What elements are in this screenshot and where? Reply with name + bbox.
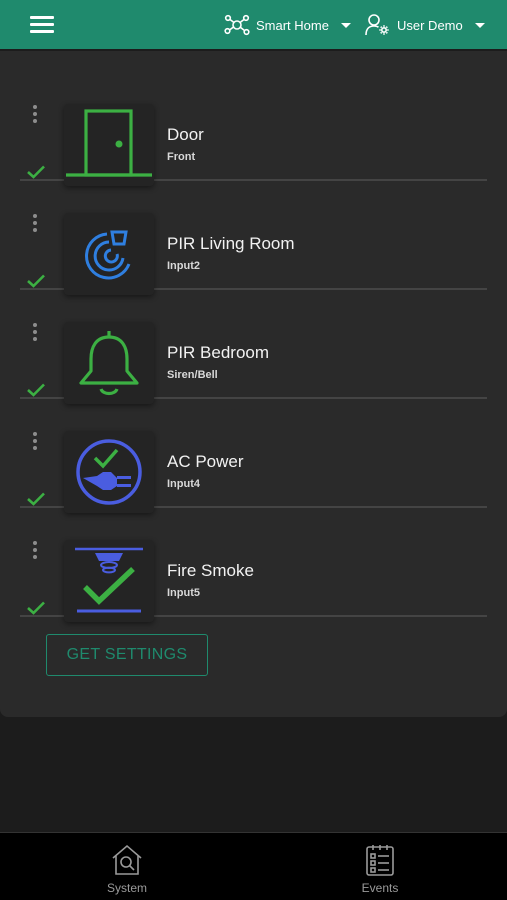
more-options-icon[interactable]: [32, 432, 38, 452]
device-name: Fire Smoke: [167, 561, 254, 580]
get-settings-button[interactable]: GET SETTINGS: [46, 634, 208, 676]
house-search-icon: [112, 844, 142, 875]
pir-sensor-icon: [64, 213, 154, 295]
device-row-pir-living-room[interactable]: PIR Living Room Input2: [20, 180, 487, 295]
device-name: Door: [167, 125, 204, 144]
smart-home-selector[interactable]: Smart Home: [224, 10, 351, 40]
nav-events-label: Events: [361, 881, 399, 895]
check-icon: [27, 383, 45, 397]
more-options-icon[interactable]: [32, 105, 38, 125]
device-row-pir-bedroom[interactable]: PIR Bedroom Siren/Bell: [20, 289, 487, 404]
device-subtitle: Input2: [167, 260, 200, 272]
user-settings-icon: [365, 14, 389, 36]
device-row-fire-smoke[interactable]: Fire Smoke Input5: [20, 507, 487, 622]
hamburger-icon[interactable]: [30, 16, 54, 34]
device-subtitle: Siren/Bell: [167, 369, 218, 381]
device-row-ac-power[interactable]: AC Power Input4: [20, 398, 487, 513]
smart-home-label: Smart Home: [256, 17, 329, 33]
bell-icon: [64, 322, 154, 404]
ac-power-plug-icon: [64, 431, 154, 513]
user-label: User Demo: [397, 17, 463, 33]
more-options-icon[interactable]: [32, 323, 38, 343]
chevron-down-icon: [474, 22, 485, 28]
user-selector[interactable]: User Demo: [365, 10, 485, 40]
device-subtitle: Front: [167, 151, 196, 163]
check-icon: [27, 274, 45, 288]
network-icon: [224, 14, 250, 36]
top-bar: Smart Home User Demo: [0, 0, 507, 49]
device-name: AC Power: [167, 452, 244, 471]
device-name: PIR Bedroom: [167, 343, 270, 362]
nav-events[interactable]: Events: [320, 843, 440, 895]
app-root: Smart Home User Demo Door Front PIR Livi…: [0, 0, 507, 900]
smoke-detector-icon: [64, 540, 154, 622]
nav-system-label: System: [106, 881, 147, 895]
chevron-down-icon: [340, 22, 351, 28]
nav-system[interactable]: System: [67, 843, 187, 895]
more-options-icon[interactable]: [32, 214, 38, 234]
device-name: PIR Living Room: [167, 234, 295, 253]
door-icon: [64, 104, 154, 186]
device-subtitle: Input4: [167, 478, 200, 490]
event-list-icon: [366, 845, 394, 876]
more-options-icon[interactable]: [32, 541, 38, 561]
device-card: Door Front PIR Living Room Input2 PIR Be…: [0, 51, 507, 717]
bottom-nav: System Events: [0, 832, 507, 900]
device-row-door[interactable]: Door Front: [20, 71, 487, 186]
device-subtitle: Input5: [167, 587, 200, 599]
check-icon: [27, 601, 45, 615]
check-icon: [27, 165, 45, 179]
check-icon: [27, 492, 45, 506]
